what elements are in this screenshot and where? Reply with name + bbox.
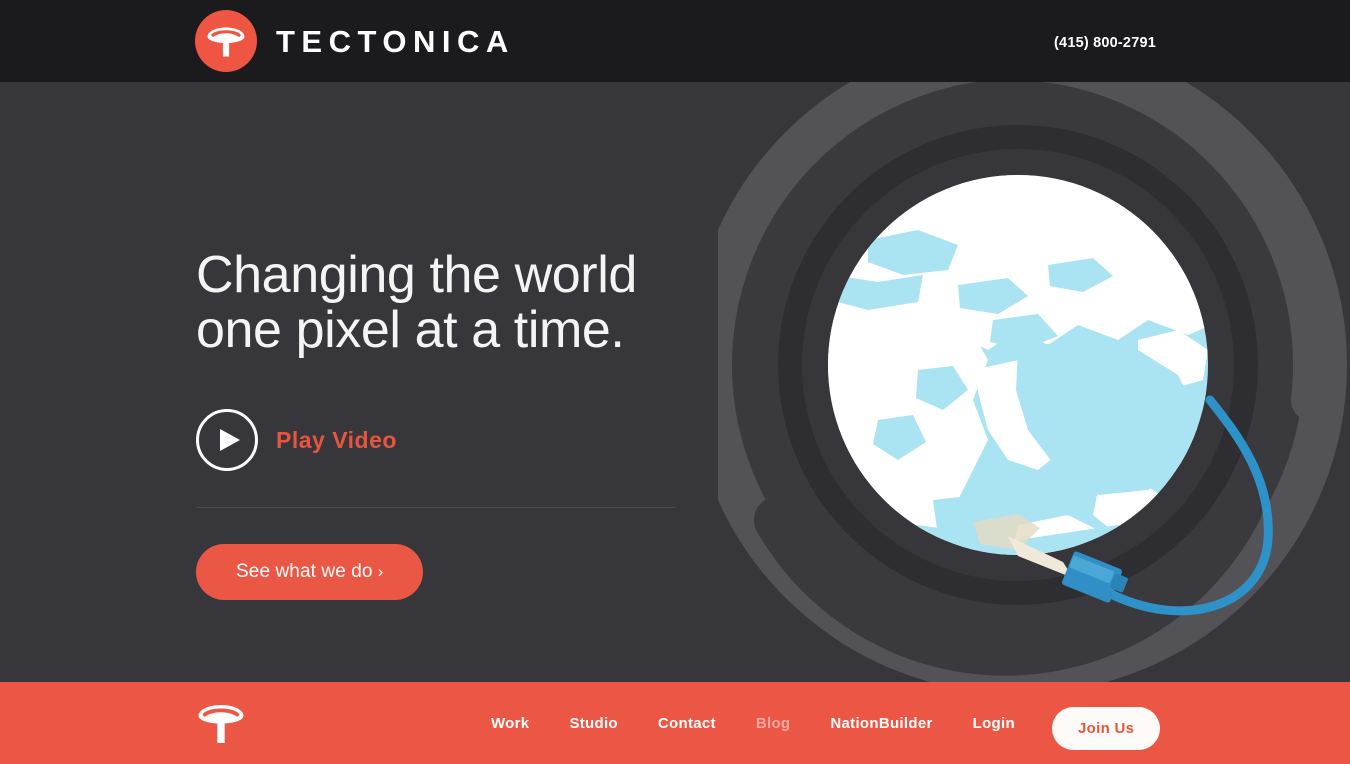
divider bbox=[196, 507, 676, 509]
hero-section: Changing the world one pixel at a time. … bbox=[0, 82, 1350, 682]
hero-content: Changing the world one pixel at a time. … bbox=[196, 246, 696, 601]
nav-item-blog[interactable]: Blog bbox=[756, 715, 791, 732]
site-header: TECTONICA (415) 800-2791 bbox=[0, 0, 1350, 82]
nav-item-nationbuilder[interactable]: NationBuilder bbox=[830, 715, 932, 732]
cta-label: See what we do bbox=[236, 561, 373, 583]
landing-page: TECTONICA (415) 800-2791 Changing the wo… bbox=[0, 0, 1350, 764]
nav-item-contact[interactable]: Contact bbox=[658, 715, 716, 732]
globe-with-network-cable-illustration bbox=[718, 82, 1350, 682]
headline-line-2: one pixel at a time. bbox=[196, 301, 625, 360]
join-us-button[interactable]: Join Us bbox=[1052, 707, 1161, 750]
phone-number[interactable]: (415) 800-2791 bbox=[1054, 35, 1156, 51]
headline-line-1: Changing the world bbox=[196, 246, 637, 304]
play-video-label: Play Video bbox=[276, 426, 397, 453]
brand-name: TECTONICA bbox=[276, 23, 515, 59]
play-triangle-icon bbox=[196, 409, 258, 472]
footer-navigation: Work Studio Contact Blog NationBuilder L… bbox=[491, 682, 1015, 764]
page-title: Changing the world one pixel at a time. bbox=[196, 246, 696, 360]
nav-item-studio[interactable]: Studio bbox=[569, 715, 617, 732]
brand-logo[interactable]: TECTONICA bbox=[195, 10, 515, 72]
nav-item-work[interactable]: Work bbox=[491, 715, 529, 732]
play-video-button[interactable]: Play Video bbox=[196, 409, 397, 472]
tectonica-t-mark-icon bbox=[195, 10, 257, 72]
nav-item-login[interactable]: Login bbox=[973, 715, 1015, 732]
see-what-we-do-button[interactable]: See what we do › bbox=[196, 544, 424, 601]
tectonica-t-mark-icon[interactable] bbox=[196, 703, 246, 745]
chevron-right-icon: › bbox=[377, 562, 384, 582]
